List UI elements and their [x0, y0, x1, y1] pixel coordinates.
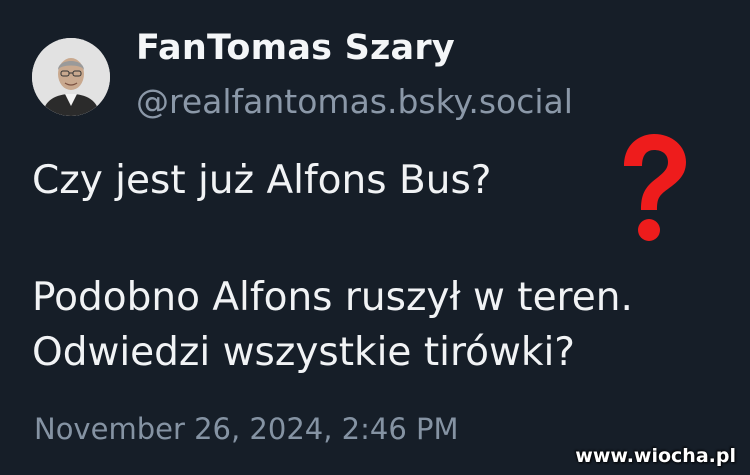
post-timestamp[interactable]: November 26, 2024, 2:46 PM	[34, 412, 459, 446]
post-text-line-3: Odwiedzi wszystkie tirówki?	[32, 330, 576, 375]
author-display-name[interactable]: FanTomas Szary	[136, 28, 455, 68]
post-card: FanTomas Szary @realfantomas.bsky.social…	[0, 0, 750, 475]
watermark: www.wiocha.pl	[575, 445, 736, 467]
post-text-line-2: Podobno Alfons ruszył w teren.	[32, 275, 633, 320]
author-handle[interactable]: @realfantomas.bsky.social	[136, 82, 573, 121]
post-text-line-1: Czy jest już Alfons Bus?	[32, 158, 492, 203]
profile-photo-icon	[32, 38, 110, 116]
avatar[interactable]	[32, 38, 110, 116]
question-mark-icon	[624, 134, 686, 241]
